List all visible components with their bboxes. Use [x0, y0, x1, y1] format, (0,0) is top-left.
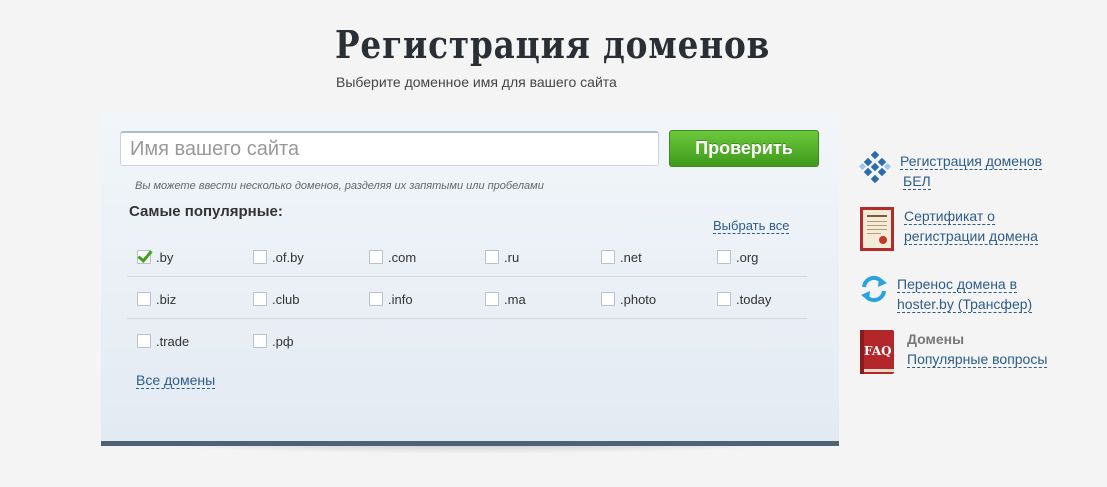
row-divider	[127, 276, 807, 277]
select-all-link[interactable]: Выбрать все	[713, 218, 790, 234]
sidebar-item-text: Сертификат о регистрации домена	[904, 206, 1038, 246]
faq-book-icon: FAQ	[859, 329, 895, 375]
checkbox[interactable]	[253, 250, 267, 264]
checkbox[interactable]	[601, 250, 615, 264]
zone-checkbox-today[interactable]: .today	[717, 289, 771, 309]
zone-label: .trade	[156, 333, 190, 349]
zone-label: .com	[388, 249, 417, 265]
zone-checkbox-ru[interactable]: .ru	[485, 247, 519, 267]
transfer-link[interactable]: Перенос домена в	[897, 276, 1018, 293]
all-domains-link[interactable]: Все домены	[136, 372, 216, 389]
checkbox[interactable]	[137, 292, 151, 306]
checkbox[interactable]	[717, 250, 731, 264]
check-button[interactable]: Проверить	[669, 130, 819, 167]
checkbox[interactable]	[485, 292, 499, 306]
checkbox[interactable]	[137, 334, 151, 348]
sidebar-item-text: Перенос домена в hoster.by (Трансфер)	[897, 274, 1033, 314]
checkbox[interactable]	[253, 292, 267, 306]
sidebar-item-bel-registration[interactable]: Регистрация доменов БЕЛ	[858, 150, 1043, 191]
sidebar-item-transfer[interactable]: Перенос домена в hoster.by (Трансфер)	[859, 274, 1033, 314]
checkbox[interactable]	[369, 250, 383, 264]
page: Регистрация доменов Выберите доменное им…	[0, 0, 1107, 487]
transfer-link-line2[interactable]: hoster.by (Трансфер)	[897, 296, 1033, 313]
bel-registration-link[interactable]: Регистрация доменов	[900, 153, 1043, 170]
popular-heading: Самые популярные:	[129, 203, 283, 220]
checkbox[interactable]	[717, 292, 731, 306]
sidebar-item-certificate[interactable]: Сертификат о регистрации домена	[859, 206, 1038, 252]
certificate-link[interactable]: Сертификат о	[904, 208, 995, 225]
certificate-icon	[859, 206, 895, 252]
search-hint: Вы можете ввести несколько доменов, разд…	[135, 180, 544, 192]
checkbox[interactable]	[485, 250, 499, 264]
certificate-link-line2[interactable]: регистрации домена	[904, 228, 1038, 245]
faq-link[interactable]: Популярные вопросы	[907, 351, 1048, 368]
zone-label: .org	[736, 249, 759, 265]
zone-checkbox-club[interactable]: .club	[253, 289, 299, 309]
zone-label: .club	[272, 291, 300, 307]
page-subtitle: Выберите доменное имя для вашего сайта	[336, 74, 617, 90]
zone-label: .today	[736, 291, 772, 307]
zone-checkbox-by[interactable]: .by	[137, 247, 173, 267]
zone-checkbox-com[interactable]: .com	[369, 247, 416, 267]
page-title: Регистрация доменов	[335, 22, 771, 67]
zone-label: .ru	[504, 249, 520, 265]
row-divider	[127, 318, 807, 319]
zone-label: .info	[388, 291, 413, 307]
checkbox[interactable]	[601, 292, 615, 306]
zone-label: .by	[156, 249, 174, 265]
zone-label: .ma	[504, 291, 526, 307]
zone-checkbox-ma[interactable]: .ma	[485, 289, 526, 309]
zone-checkbox-photo[interactable]: .photo	[601, 289, 656, 309]
sidebar-item-faq[interactable]: FAQ Домены Популярные вопросы	[859, 329, 1048, 375]
sidebar-item-text: Домены Популярные вопросы	[907, 329, 1048, 369]
zone-checkbox-biz[interactable]: .biz	[137, 289, 176, 309]
bel-domain-icon	[858, 150, 892, 184]
zone-checkbox-org[interactable]: .org	[717, 247, 758, 267]
zone-label: .of.by	[272, 249, 304, 265]
zone-checkbox-trade[interactable]: .trade	[137, 331, 189, 351]
transfer-icon	[859, 274, 889, 304]
sidebar-item-text: Регистрация доменов БЕЛ	[900, 151, 1043, 191]
faq-title: Домены	[907, 331, 965, 347]
zone-checkbox-info[interactable]: .info	[369, 289, 413, 309]
zone-label: .photo	[620, 291, 657, 307]
checkbox[interactable]	[369, 292, 383, 306]
zone-checkbox-net[interactable]: .net	[601, 247, 642, 267]
zone-label: .рф	[272, 333, 294, 349]
zone-checkbox-rf[interactable]: .рф	[253, 331, 294, 351]
checkbox[interactable]	[253, 334, 267, 348]
domain-search-input[interactable]	[120, 131, 659, 166]
bel-registration-link-line2[interactable]: БЕЛ	[903, 173, 931, 190]
zone-label: .net	[620, 249, 642, 265]
checkbox[interactable]	[137, 250, 151, 264]
faq-icon-text: FAQ	[864, 344, 892, 358]
zone-label: .biz	[156, 291, 177, 307]
zone-checkbox-of-by[interactable]: .of.by	[253, 247, 304, 267]
